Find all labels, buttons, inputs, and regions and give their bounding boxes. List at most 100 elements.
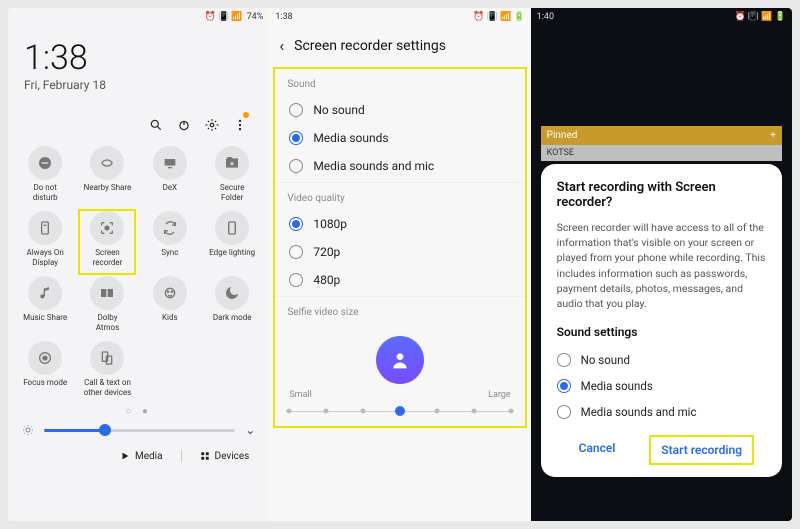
radio-icon — [289, 245, 303, 259]
status-icons: ⏰ 📳 📶 🔋 — [734, 12, 786, 22]
tile-edgelight[interactable]: Edge lighting — [201, 207, 263, 270]
settings-header: ‹ Screen recorder settings — [269, 26, 530, 67]
status-icons: ⏰ 📳 📶 🔋 — [473, 12, 525, 22]
dialog-sound-option[interactable]: Media sounds — [557, 373, 766, 399]
aod-icon — [28, 211, 62, 245]
kids-icon — [153, 276, 187, 310]
sound-option[interactable]: No sound — [275, 96, 524, 124]
tile-label: Sync — [161, 248, 178, 266]
pinned-header[interactable]: Pinned + — [541, 126, 782, 145]
video-option[interactable]: 1080p — [275, 210, 524, 238]
tile-calltext[interactable]: Call & text onother devices — [76, 337, 138, 400]
option-label: 1080p — [313, 217, 347, 231]
tile-label: Kids — [162, 313, 178, 331]
slider-dot — [324, 409, 329, 414]
tile-dolby[interactable]: DolbyAtmos — [76, 272, 138, 335]
brightness-slider[interactable] — [44, 429, 235, 432]
avatar-icon — [376, 336, 424, 384]
battery-text: 74% — [247, 12, 264, 22]
status-bar: 1:38 ⏰ 📳 📶 🔋 — [269, 8, 530, 26]
calltext-icon — [90, 341, 124, 375]
gear-icon[interactable] — [205, 118, 219, 132]
radio-icon — [289, 273, 303, 287]
status-time: 1:38 — [275, 12, 292, 22]
tile-label: SecureFolder — [220, 183, 244, 201]
tile-darkmode[interactable]: Dark mode — [201, 272, 263, 335]
dialog-sound-option[interactable]: Media sounds and mic — [557, 399, 766, 425]
start-recording-button[interactable]: Start recording — [649, 435, 754, 465]
sound-option[interactable]: Media sounds and mic — [275, 152, 524, 180]
securefolder-icon — [215, 146, 249, 180]
media-button[interactable]: Media — [120, 451, 163, 462]
devices-button[interactable]: Devices — [200, 451, 250, 462]
tile-label: DeX — [163, 183, 178, 201]
video-heading: Video quality — [275, 185, 524, 210]
status-time: 1:40 — [537, 12, 554, 22]
sound-option[interactable]: Media sounds — [275, 124, 524, 152]
quick-actions-row — [8, 92, 269, 138]
tile-label: Always OnDisplay — [27, 248, 64, 266]
tile-dex[interactable]: DeX — [139, 142, 201, 205]
tile-securefolder[interactable]: SecureFolder — [201, 142, 263, 205]
selfie-heading: Selfie video size — [275, 299, 524, 324]
dialog-sound-option[interactable]: No sound — [557, 347, 766, 373]
quick-tiles-grid: Do notdisturb Nearby Share DeX SecureFolder… — [8, 138, 269, 404]
video-option[interactable]: 720p — [275, 238, 524, 266]
option-label: Media sounds and mic — [313, 159, 434, 173]
nearby-icon — [90, 146, 124, 180]
settings-body: Sound No sound Media sounds Media sounds a… — [273, 67, 526, 428]
clock-date: Fri, February 18 — [8, 78, 269, 92]
search-icon[interactable] — [149, 118, 163, 132]
option-label: 480p — [313, 273, 340, 287]
tile-label: Edge lighting — [209, 248, 255, 266]
notification-badge — [243, 112, 249, 118]
slider-dot — [287, 409, 292, 414]
tile-aod[interactable]: Always OnDisplay — [14, 207, 76, 270]
tile-musicshare[interactable]: Music Share — [14, 272, 76, 335]
tile-label: Dark mode — [213, 313, 252, 331]
pinned-label: Pinned — [547, 130, 578, 141]
brightness-row: ⌄ — [8, 419, 269, 439]
status-icons: ⏰ 📳 📶 — [205, 12, 243, 22]
dialog-body: Screen recorder will have access to all … — [557, 220, 766, 311]
dex-icon — [153, 146, 187, 180]
screenrec-icon — [90, 211, 124, 245]
option-label: No sound — [581, 353, 630, 367]
chevron-down-icon[interactable]: ⌄ — [245, 423, 255, 437]
power-icon[interactable] — [177, 118, 191, 132]
tile-label: Music Share — [23, 313, 67, 331]
slider-dot — [361, 409, 366, 414]
tile-label: Nearby Share — [84, 183, 132, 201]
option-label: Media sounds and mic — [581, 405, 697, 419]
radio-icon — [557, 405, 571, 419]
video-option[interactable]: 480p — [275, 266, 524, 294]
size-large-label: Large — [488, 390, 511, 400]
tile-focusmode[interactable]: Focus mode — [14, 337, 76, 400]
tile-label: Focus mode — [23, 378, 67, 396]
cancel-button[interactable]: Cancel — [569, 435, 626, 465]
tile-sync[interactable]: Sync — [139, 207, 201, 270]
plus-icon[interactable]: + — [770, 130, 776, 141]
tile-screenrec[interactable]: Screenrecorder — [76, 207, 138, 270]
option-label: Media sounds — [313, 131, 388, 145]
clock-time: 1:38 — [8, 26, 269, 78]
selfie-size-slider[interactable] — [289, 402, 510, 420]
recording-dialog-panel: 1:40 ⏰ 📳 📶 🔋 Pinned + KOTSE Start record… — [531, 8, 792, 521]
radio-icon — [557, 379, 571, 393]
tile-dnd[interactable]: Do notdisturb — [14, 142, 76, 205]
tile-kids[interactable]: Kids — [139, 272, 201, 335]
sync-icon — [153, 211, 187, 245]
size-small-label: Small — [289, 390, 312, 400]
list-item[interactable]: KOTSE — [541, 145, 782, 161]
slider-dot — [395, 406, 405, 416]
more-icon[interactable] — [233, 118, 253, 132]
tile-nearby[interactable]: Nearby Share — [76, 142, 138, 205]
start-recording-dialog: Start recording with Screen recorder? Sc… — [541, 164, 782, 477]
radio-icon — [557, 353, 571, 367]
back-icon[interactable]: ‹ — [279, 36, 284, 55]
sound-heading: Sound — [275, 71, 524, 96]
radio-icon — [289, 103, 303, 117]
dolby-icon — [90, 276, 124, 310]
status-bar: ⏰ 📳 📶 74% — [8, 8, 269, 26]
tile-label: DolbyAtmos — [96, 313, 119, 331]
